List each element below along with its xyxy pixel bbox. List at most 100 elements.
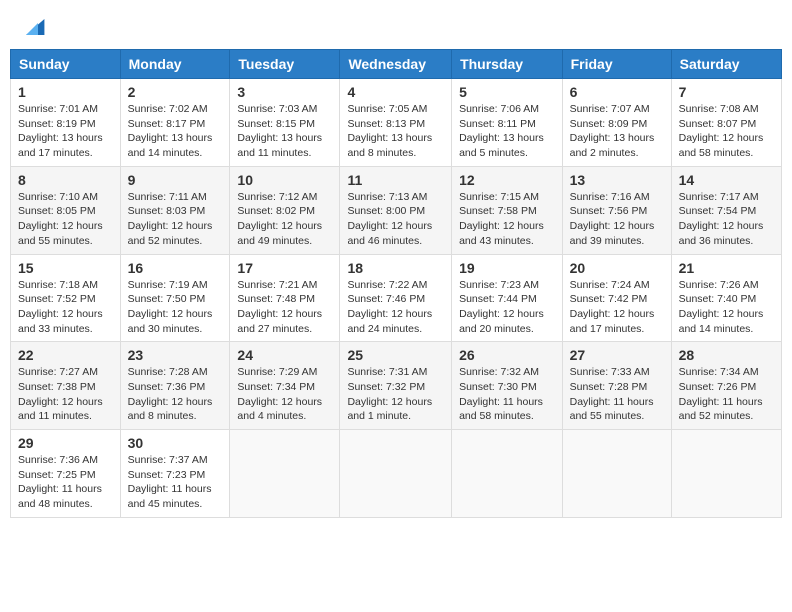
day-info: Sunrise: 7:29 AMSunset: 7:34 PMDaylight:…: [237, 365, 332, 424]
calendar-cell: 3Sunrise: 7:03 AMSunset: 8:15 PMDaylight…: [230, 79, 340, 167]
day-number: 17: [237, 260, 332, 276]
day-number: 6: [570, 84, 664, 100]
calendar-cell: 30 Sunrise: 7:37 AMSunset: 7:23 PMDayligh…: [120, 430, 230, 518]
logo: [20, 15, 46, 34]
day-info: Sunrise: 7:21 AMSunset: 7:48 PMDaylight:…: [237, 278, 332, 337]
calendar-cell: 7 Sunrise: 7:08 AMSunset: 8:07 PMDaylight…: [671, 79, 781, 167]
calendar-cell: 24 Sunrise: 7:29 AMSunset: 7:34 PMDayligh…: [230, 342, 340, 430]
calendar-cell: 10Sunrise: 7:12 AMSunset: 8:02 PMDayligh…: [230, 166, 340, 254]
day-number: 30: [128, 435, 223, 451]
calendar-cell: 19 Sunrise: 7:23 AMSunset: 7:44 PMDayligh…: [452, 254, 563, 342]
day-info: Sunrise: 7:28 AMSunset: 7:36 PMDaylight:…: [128, 365, 223, 424]
page-header: [10, 10, 782, 39]
calendar-cell: [340, 430, 452, 518]
day-number: 7: [679, 84, 774, 100]
day-number: 19: [459, 260, 555, 276]
day-info: Sunrise: 7:16 AMSunset: 7:56 PMDaylight:…: [570, 190, 664, 249]
calendar-cell: 11 Sunrise: 7:13 AMSunset: 8:00 PMDayligh…: [340, 166, 452, 254]
day-number: 29: [18, 435, 113, 451]
day-number: 15: [18, 260, 113, 276]
day-info: Sunrise: 7:26 AMSunset: 7:40 PMDaylight:…: [679, 278, 774, 337]
day-info: Sunrise: 7:19 AMSunset: 7:50 PMDaylight:…: [128, 278, 223, 337]
calendar-cell: [230, 430, 340, 518]
day-number: 10: [237, 172, 332, 188]
calendar-cell: 2 Sunrise: 7:02 AMSunset: 8:17 PMDaylight…: [120, 79, 230, 167]
day-number: 16: [128, 260, 223, 276]
weekday-header-thursday: Thursday: [452, 50, 563, 79]
calendar-cell: 20 Sunrise: 7:24 AMSunset: 7:42 PMDayligh…: [562, 254, 671, 342]
calendar-cell: [671, 430, 781, 518]
calendar-cell: 16 Sunrise: 7:19 AMSunset: 7:50 PMDayligh…: [120, 254, 230, 342]
calendar-cell: 9 Sunrise: 7:11 AMSunset: 8:03 PMDaylight…: [120, 166, 230, 254]
day-info: Sunrise: 7:32 AMSunset: 7:30 PMDaylight:…: [459, 365, 555, 424]
day-info: Sunrise: 7:34 AMSunset: 7:26 PMDaylight:…: [679, 365, 774, 424]
day-info: Sunrise: 7:24 AMSunset: 7:42 PMDaylight:…: [570, 278, 664, 337]
calendar-cell: 14Sunrise: 7:17 AMSunset: 7:54 PMDayligh…: [671, 166, 781, 254]
day-number: 11: [347, 172, 444, 188]
calendar-week-row: 29 Sunrise: 7:36 AMSunset: 7:25 PMDayligh…: [11, 430, 782, 518]
weekday-header-tuesday: Tuesday: [230, 50, 340, 79]
day-info: Sunrise: 7:37 AMSunset: 7:23 PMDaylight:…: [128, 453, 223, 512]
day-number: 18: [347, 260, 444, 276]
calendar-cell: 21 Sunrise: 7:26 AMSunset: 7:40 PMDayligh…: [671, 254, 781, 342]
weekday-header-sunday: Sunday: [11, 50, 121, 79]
day-info: Sunrise: 7:08 AMSunset: 8:07 PMDaylight:…: [679, 102, 774, 161]
calendar-cell: 6Sunrise: 7:07 AMSunset: 8:09 PMDaylight…: [562, 79, 671, 167]
day-info: Sunrise: 7:27 AMSunset: 7:38 PMDaylight:…: [18, 365, 113, 424]
calendar-cell: [452, 430, 563, 518]
day-number: 28: [679, 347, 774, 363]
day-info: Sunrise: 7:22 AMSunset: 7:46 PMDaylight:…: [347, 278, 444, 337]
day-info: Sunrise: 7:05 AMSunset: 8:13 PMDaylight:…: [347, 102, 444, 161]
day-info: Sunrise: 7:01 AMSunset: 8:19 PMDaylight:…: [18, 102, 113, 161]
day-number: 27: [570, 347, 664, 363]
day-info: Sunrise: 7:17 AMSunset: 7:54 PMDaylight:…: [679, 190, 774, 249]
weekday-header-row: SundayMondayTuesdayWednesdayThursdayFrid…: [11, 50, 782, 79]
day-number: 21: [679, 260, 774, 276]
day-info: Sunrise: 7:31 AMSunset: 7:32 PMDaylight:…: [347, 365, 444, 424]
day-info: Sunrise: 7:11 AMSunset: 8:03 PMDaylight:…: [128, 190, 223, 249]
calendar-table: SundayMondayTuesdayWednesdayThursdayFrid…: [10, 49, 782, 518]
day-number: 25: [347, 347, 444, 363]
calendar-week-row: 1 Sunrise: 7:01 AMSunset: 8:19 PMDaylight…: [11, 79, 782, 167]
calendar-cell: 28 Sunrise: 7:34 AMSunset: 7:26 PMDayligh…: [671, 342, 781, 430]
day-number: 2: [128, 84, 223, 100]
day-number: 20: [570, 260, 664, 276]
calendar-cell: [562, 430, 671, 518]
day-number: 12: [459, 172, 555, 188]
calendar-cell: 29 Sunrise: 7:36 AMSunset: 7:25 PMDayligh…: [11, 430, 121, 518]
calendar-cell: 5 Sunrise: 7:06 AMSunset: 8:11 PMDaylight…: [452, 79, 563, 167]
day-number: 4: [347, 84, 444, 100]
day-number: 13: [570, 172, 664, 188]
calendar-week-row: 15 Sunrise: 7:18 AMSunset: 7:52 PMDayligh…: [11, 254, 782, 342]
calendar-cell: 23Sunrise: 7:28 AMSunset: 7:36 PMDayligh…: [120, 342, 230, 430]
calendar-cell: 17 Sunrise: 7:21 AMSunset: 7:48 PMDayligh…: [230, 254, 340, 342]
calendar-cell: 13 Sunrise: 7:16 AMSunset: 7:56 PMDayligh…: [562, 166, 671, 254]
calendar-cell: 4 Sunrise: 7:05 AMSunset: 8:13 PMDaylight…: [340, 79, 452, 167]
calendar-cell: 27Sunrise: 7:33 AMSunset: 7:28 PMDayligh…: [562, 342, 671, 430]
day-info: Sunrise: 7:02 AMSunset: 8:17 PMDaylight:…: [128, 102, 223, 161]
calendar-cell: 22 Sunrise: 7:27 AMSunset: 7:38 PMDayligh…: [11, 342, 121, 430]
day-info: Sunrise: 7:06 AMSunset: 8:11 PMDaylight:…: [459, 102, 555, 161]
day-number: 22: [18, 347, 113, 363]
day-number: 24: [237, 347, 332, 363]
day-number: 1: [18, 84, 113, 100]
day-info: Sunrise: 7:36 AMSunset: 7:25 PMDaylight:…: [18, 453, 113, 512]
calendar-week-row: 8 Sunrise: 7:10 AMSunset: 8:05 PMDaylight…: [11, 166, 782, 254]
calendar-cell: 15 Sunrise: 7:18 AMSunset: 7:52 PMDayligh…: [11, 254, 121, 342]
calendar-cell: 1 Sunrise: 7:01 AMSunset: 8:19 PMDaylight…: [11, 79, 121, 167]
day-info: Sunrise: 7:18 AMSunset: 7:52 PMDaylight:…: [18, 278, 113, 337]
day-info: Sunrise: 7:23 AMSunset: 7:44 PMDaylight:…: [459, 278, 555, 337]
weekday-header-wednesday: Wednesday: [340, 50, 452, 79]
calendar-cell: 8 Sunrise: 7:10 AMSunset: 8:05 PMDaylight…: [11, 166, 121, 254]
logo-icon: [22, 15, 46, 39]
calendar-cell: 18 Sunrise: 7:22 AMSunset: 7:46 PMDayligh…: [340, 254, 452, 342]
weekday-header-monday: Monday: [120, 50, 230, 79]
day-number: 9: [128, 172, 223, 188]
day-info: Sunrise: 7:10 AMSunset: 8:05 PMDaylight:…: [18, 190, 113, 249]
day-number: 8: [18, 172, 113, 188]
calendar-cell: 12Sunrise: 7:15 AMSunset: 7:58 PMDayligh…: [452, 166, 563, 254]
day-number: 5: [459, 84, 555, 100]
calendar-cell: 25 Sunrise: 7:31 AMSunset: 7:32 PMDayligh…: [340, 342, 452, 430]
day-info: Sunrise: 7:13 AMSunset: 8:00 PMDaylight:…: [347, 190, 444, 249]
calendar-week-row: 22 Sunrise: 7:27 AMSunset: 7:38 PMDayligh…: [11, 342, 782, 430]
